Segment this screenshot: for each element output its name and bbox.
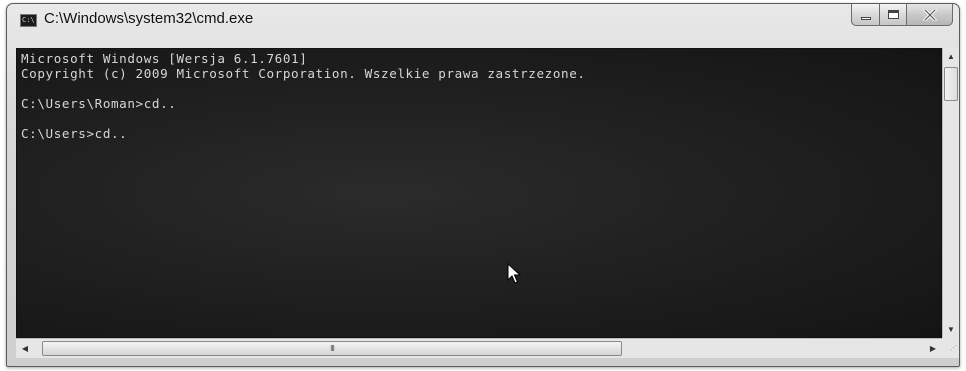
arrow-down-icon: ▼ bbox=[947, 325, 955, 334]
cmd-window: C:\ C:\Windows\system32\cmd.exe Microsof… bbox=[6, 3, 960, 367]
maximize-button[interactable] bbox=[880, 4, 907, 26]
vertical-scrollbar[interactable]: ▲ ▼ bbox=[942, 48, 959, 338]
mouse-pointer-icon bbox=[507, 263, 521, 284]
console-line: Microsoft Windows [Wersja 6.1.7601] bbox=[21, 51, 308, 66]
horizontal-scrollbar[interactable]: ◀ III ▶ bbox=[16, 338, 942, 358]
maximize-icon bbox=[887, 10, 899, 19]
vertical-scroll-thumb[interactable] bbox=[944, 67, 958, 101]
caption-buttons bbox=[851, 4, 953, 28]
arrow-left-icon: ◀ bbox=[21, 344, 29, 353]
arrow-up-icon: ▲ bbox=[947, 52, 955, 61]
console-output-area[interactable]: Microsoft Windows [Wersja 6.1.7601] Copyr… bbox=[16, 48, 942, 338]
close-icon bbox=[922, 8, 937, 21]
scroll-right-button[interactable]: ▶ bbox=[924, 339, 942, 358]
minimize-button[interactable] bbox=[851, 4, 880, 26]
scroll-left-button[interactable]: ◀ bbox=[16, 339, 34, 358]
cmd-app-icon[interactable]: C:\ bbox=[20, 14, 37, 27]
resize-grip-icon[interactable]: ⋰ bbox=[942, 338, 959, 358]
minimize-icon bbox=[860, 17, 871, 20]
console-text: Microsoft Windows [Wersja 6.1.7601] Copyr… bbox=[21, 51, 586, 141]
close-button[interactable] bbox=[907, 4, 953, 26]
console-line: C:\Users>cd.. bbox=[21, 126, 128, 141]
horizontal-scroll-thumb[interactable]: III bbox=[42, 341, 622, 356]
scroll-up-button[interactable]: ▲ bbox=[943, 48, 959, 65]
console-line: Copyright (c) 2009 Microsoft Corporation… bbox=[21, 66, 586, 81]
scroll-down-button[interactable]: ▼ bbox=[943, 321, 959, 338]
window-title: C:\Windows\system32\cmd.exe bbox=[44, 10, 254, 27]
title-bar[interactable]: C:\ C:\Windows\system32\cmd.exe bbox=[7, 4, 959, 48]
arrow-right-icon: ▶ bbox=[929, 344, 937, 353]
console-line: C:\Users\Roman>cd.. bbox=[21, 96, 177, 111]
